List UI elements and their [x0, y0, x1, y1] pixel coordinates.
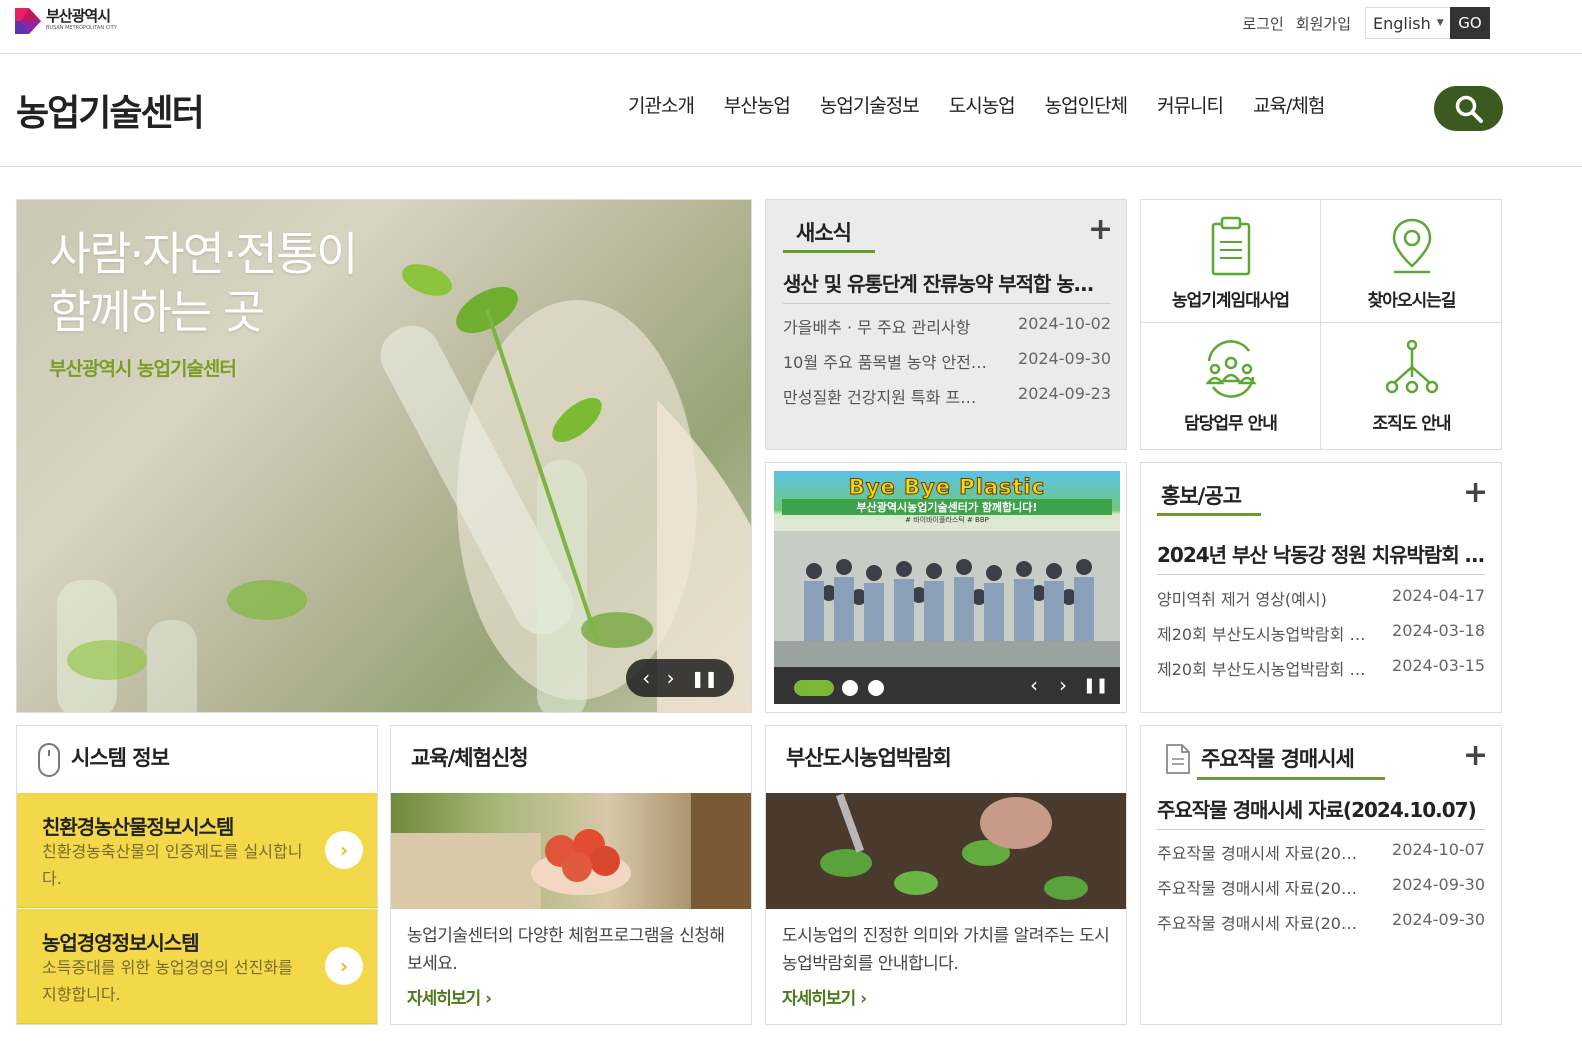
- chevron-right-icon: ›: [325, 947, 363, 985]
- news-panel: 새소식 + 생산 및 유통단계 잔류농약 부적합 농산물 발생 알림 가을배추 …: [765, 199, 1127, 450]
- language-select[interactable]: English ▼: [1365, 7, 1451, 39]
- quick-link-duties[interactable]: 담당업무 안내: [1141, 337, 1320, 434]
- logo-text: 부산광역시: [46, 7, 111, 25]
- busan-logo-mark-icon: [15, 8, 43, 34]
- utility-bar: 부산광역시 BUSAN METROPOLITAN CITY 로그인 회원가입 E…: [0, 0, 1582, 54]
- nav-item-urban-farming[interactable]: 도시농업: [949, 91, 1016, 118]
- education-title: 교육/체험신청: [411, 746, 529, 770]
- divider: [783, 303, 1111, 304]
- prev-arrow-icon[interactable]: ‹: [642, 666, 650, 690]
- news-lead[interactable]: 생산 및 유통단계 잔류농약 부적합 농산물 발생 알림: [783, 268, 1101, 297]
- education-desc: 농업기술센터의 다양한 체험프로그램을 신청해보세요.: [407, 926, 725, 974]
- news-item[interactable]: 만성질환 건강지원 특화 프로그램 2024-09-23: [783, 384, 1111, 408]
- market-item[interactable]: 주요작물 경매시세 자료(2024.10.07)2024-10-07: [1157, 840, 1485, 864]
- main-nav: 기관소개 부산농업 농업기술정보 도시농업 농업인단체 커뮤니티 교육/체험: [628, 91, 1354, 118]
- expo-more-link[interactable]: 자세히보기 ›: [782, 984, 867, 1009]
- slide-indicator-active[interactable]: [794, 680, 834, 696]
- nav-item-farmer-groups[interactable]: 농업인단체: [1045, 91, 1128, 118]
- quick-link-directions[interactable]: 찾아오시는길: [1321, 214, 1501, 311]
- tomatoes-image: [391, 793, 751, 909]
- market-lead[interactable]: 주요작물 경매시세 자료(2024.10.07): [1157, 794, 1485, 823]
- site-title[interactable]: 농업기술센터: [16, 84, 205, 136]
- promo-tab[interactable]: 홍보/공고: [1161, 480, 1242, 510]
- news-item[interactable]: 가을배추 · 무 주요 관리사항 2024-10-02: [783, 314, 1111, 338]
- chevron-right-icon: ›: [325, 831, 363, 869]
- caret-down-icon: ▼: [1436, 18, 1444, 28]
- system-info-title: 시스템 정보: [71, 746, 170, 770]
- logo-subtext: BUSAN METROPOLITAN CITY: [46, 25, 117, 31]
- system-item-farm-management[interactable]: 농업경영정보시스템 소득증대를 위한 농업경영의 선진화를 지향합니다. ›: [17, 909, 377, 1024]
- promo-more-plus-icon[interactable]: +: [1463, 478, 1488, 508]
- pause-icon[interactable]: ❚❚: [691, 669, 718, 688]
- market-item[interactable]: 주요작물 경매시세 자료(2024.09.30)2024-09-30: [1157, 875, 1485, 899]
- search-button[interactable]: [1434, 86, 1503, 131]
- nav-item-busan-agriculture[interactable]: 부산농업: [724, 91, 791, 118]
- org-chart-icon: [1385, 339, 1438, 394]
- promo-lead[interactable]: 2024년 부산 낙동강 정원 치유박람회 안내: [1157, 539, 1485, 568]
- next-arrow-icon[interactable]: ›: [667, 666, 675, 690]
- promo-item[interactable]: 양미역취 제거 영상(예시) 2024-04-17: [1157, 586, 1485, 610]
- quick-link-org-chart[interactable]: 조직도 안내: [1321, 337, 1501, 434]
- divider: [1157, 574, 1485, 575]
- join-link[interactable]: 회원가입: [1296, 13, 1351, 34]
- quick-link-machinery-rental[interactable]: 농업기계임대사업: [1141, 214, 1320, 311]
- quick-links-grid: 농업기계임대사업 찾아오시는길 담당업무 안내 조직도 안내: [1140, 199, 1502, 450]
- promo-panel: 홍보/공고 + 2024년 부산 낙동강 정원 치유박람회 안내 양미역취 제거…: [1140, 462, 1502, 713]
- seedlings-image: [766, 793, 1126, 909]
- slide-indicator[interactable]: [842, 680, 858, 696]
- search-icon: [1455, 95, 1483, 123]
- document-icon: [1211, 216, 1250, 276]
- document-icon: [1166, 744, 1190, 774]
- system-info-panel: 시스템 정보 친환경농산물정보시스템 친환경농축산물의 인증제도를 실시합니다.…: [16, 725, 378, 1025]
- busan-logo[interactable]: 부산광역시 BUSAN METROPOLITAN CITY: [15, 8, 117, 34]
- hero-slider: 사람·자연·전통이 함께하는 곳 부산광역시 농업기술센터 ‹ › ❚❚: [16, 199, 752, 713]
- nav-item-about[interactable]: 기관소개: [628, 91, 695, 118]
- system-item-eco-products[interactable]: 친환경농산물정보시스템 친환경농축산물의 인증제도를 실시합니다. ›: [17, 793, 377, 908]
- divider: [1141, 322, 1501, 323]
- site-header: 농업기술센터 기관소개 부산농업 농업기술정보 도시농업 농업인단체 커뮤니티 …: [0, 54, 1582, 167]
- news-tab[interactable]: 새소식: [796, 217, 852, 247]
- promo-item[interactable]: 제20회 부산도시농업박람회 안내 2024-03-18: [1157, 621, 1485, 645]
- market-item[interactable]: 주요작물 경매시세 자료(2024.09.30)2024-09-30: [1157, 910, 1485, 934]
- education-card: 교육/체험신청 농업기술센터의 다양한 체험프로그램을 신청해보세요. 자세히보…: [390, 725, 752, 1025]
- market-price-tab[interactable]: 주요작물 경매시세: [1201, 743, 1355, 773]
- news-item[interactable]: 10월 주요 품목별 농약 안전사용 2024-09-30: [783, 349, 1111, 373]
- expo-desc: 도시농업의 진정한 의미와 가치를 알려주는 도시농업박람회를 안내합니다.: [782, 926, 1110, 974]
- news-more-plus-icon[interactable]: +: [1088, 215, 1113, 245]
- promo-item[interactable]: 제20회 부산도시농업박람회 개최 2024-03-15: [1157, 656, 1485, 680]
- login-link[interactable]: 로그인: [1242, 13, 1283, 34]
- expo-card: 부산도시농업박람회 도시농업의 진정한 의미와 가치를 알려주는 도시농업박람회…: [765, 725, 1127, 1025]
- divider: [1157, 829, 1485, 830]
- map-pin-icon: [1392, 218, 1431, 274]
- pause-icon[interactable]: ❚❚: [1083, 676, 1108, 694]
- hero-slider-controls: ‹ › ❚❚: [626, 659, 734, 697]
- nav-item-education[interactable]: 교육/체험: [1253, 91, 1325, 118]
- hero-headline: 사람·자연·전통이 함께하는 곳: [49, 227, 358, 339]
- promo-tab-underline: [1157, 513, 1261, 516]
- language-value: English: [1373, 13, 1431, 33]
- news-tab-underline: [783, 250, 875, 253]
- people-icon: [1205, 340, 1256, 398]
- market-price-tab-underline: [1197, 777, 1385, 780]
- mouse-icon: [38, 743, 60, 777]
- banner-controls: ‹ › ❚❚: [774, 667, 1120, 704]
- slide-indicator[interactable]: [868, 680, 884, 696]
- hero-subtitle: 부산광역시 농업기술센터: [49, 358, 237, 380]
- market-price-panel: 주요작물 경매시세 + 주요작물 경매시세 자료(2024.10.07) 주요작…: [1140, 725, 1502, 1025]
- banner-hashtags: # 바이바이플라스틱 # BBP: [905, 516, 989, 524]
- nav-item-tech-info[interactable]: 농업기술정보: [820, 91, 920, 118]
- expo-title: 부산도시농업박람회: [786, 746, 952, 770]
- market-more-plus-icon[interactable]: +: [1463, 741, 1488, 771]
- banner-title: Bye Bye Plastic: [848, 475, 1046, 500]
- banner-image[interactable]: Bye Bye Plastic 부산광역시농업기술센터가 함께합니다! # 바이…: [774, 471, 1120, 667]
- language-go-button[interactable]: GO: [1450, 7, 1490, 39]
- prev-arrow-icon[interactable]: ‹: [1030, 673, 1038, 697]
- group-photo: [774, 531, 1120, 667]
- nav-item-community[interactable]: 커뮤니티: [1157, 91, 1224, 118]
- next-arrow-icon[interactable]: ›: [1059, 673, 1067, 697]
- education-more-link[interactable]: 자세히보기 ›: [407, 984, 492, 1009]
- banner-slider: Bye Bye Plastic 부산광역시농업기술센터가 함께합니다! # 바이…: [765, 462, 1127, 713]
- banner-subtitle: 부산광역시농업기술센터가 함께합니다!: [782, 499, 1112, 515]
